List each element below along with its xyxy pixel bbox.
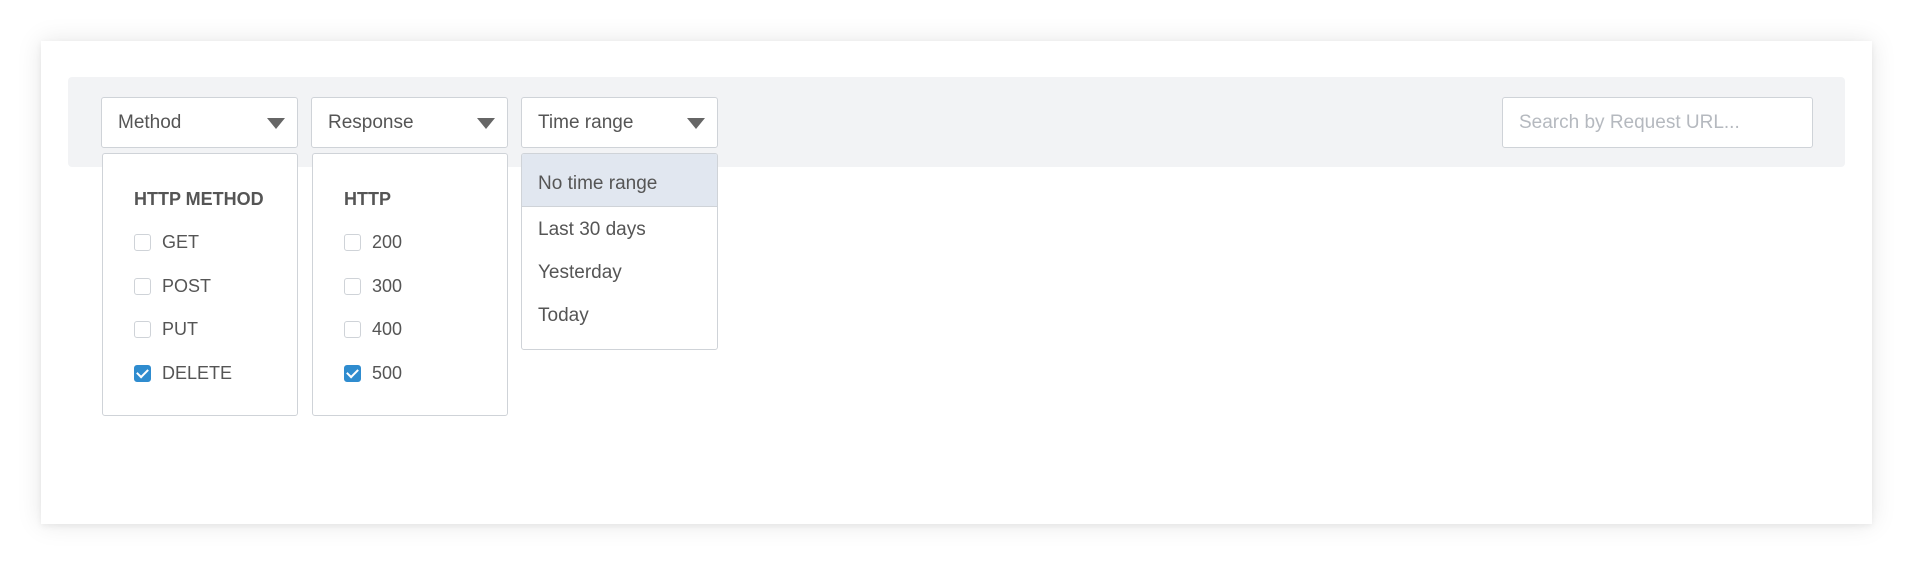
checkbox[interactable] — [134, 320, 151, 338]
option-label: 200 — [372, 231, 403, 252]
option-label: 400 — [372, 318, 403, 339]
option-label: 500 — [372, 362, 403, 383]
time-option-label: Yesterday — [538, 261, 622, 283]
response-select[interactable]: Response — [311, 97, 508, 148]
response-select-label: Response — [328, 111, 414, 133]
method-dropdown: HTTP METHOD GET POST PUT DELETE — [102, 153, 298, 416]
chevron-down-icon — [267, 118, 285, 129]
option-label: GET — [162, 231, 200, 252]
response-option-200[interactable]: 200 — [344, 231, 402, 253]
method-option-get[interactable]: GET — [134, 231, 199, 253]
time-option-label: Last 30 days — [538, 218, 646, 240]
time-range-select[interactable]: Time range — [521, 97, 718, 148]
time-option-today[interactable]: Today — [522, 294, 717, 337]
option-label: POST — [162, 275, 212, 296]
time-range-dropdown: No time range Last 30 days Yesterday Tod… — [521, 153, 718, 350]
chevron-down-icon — [477, 118, 495, 129]
option-label: DELETE — [162, 362, 233, 383]
time-range-select-label: Time range — [538, 111, 634, 133]
response-option-500[interactable]: 500 — [344, 362, 402, 384]
checkbox-checked[interactable] — [344, 364, 361, 382]
method-option-delete[interactable]: DELETE — [134, 362, 232, 384]
option-label: PUT — [162, 318, 198, 339]
checkbox[interactable] — [134, 233, 151, 251]
method-panel-title: HTTP METHOD — [134, 189, 264, 209]
method-select-label: Method — [118, 111, 182, 133]
time-option-label: Today — [538, 304, 589, 326]
checkbox[interactable] — [344, 233, 361, 251]
response-option-300[interactable]: 300 — [344, 275, 402, 297]
response-dropdown: HTTP 200 300 400 500 — [312, 153, 508, 416]
response-panel-title: HTTP — [344, 189, 391, 209]
checkbox-checked[interactable] — [134, 364, 151, 382]
method-select[interactable]: Method — [101, 97, 298, 148]
method-option-put[interactable]: PUT — [134, 318, 198, 340]
chevron-down-icon — [687, 118, 705, 129]
method-option-post[interactable]: POST — [134, 275, 211, 297]
time-option-label: No time range — [538, 173, 658, 194]
checkbox[interactable] — [134, 277, 151, 295]
filter-card: Method Response Time range HTTP METHOD G… — [41, 41, 1872, 524]
response-option-400[interactable]: 400 — [344, 318, 402, 340]
time-option-yesterday[interactable]: Yesterday — [522, 251, 717, 294]
time-option-last-30-days[interactable]: Last 30 days — [522, 208, 717, 251]
time-option-none[interactable]: No time range — [522, 154, 717, 207]
search-input[interactable] — [1502, 97, 1813, 148]
option-label: 300 — [372, 275, 403, 296]
checkbox[interactable] — [344, 277, 361, 295]
checkbox[interactable] — [344, 320, 361, 338]
